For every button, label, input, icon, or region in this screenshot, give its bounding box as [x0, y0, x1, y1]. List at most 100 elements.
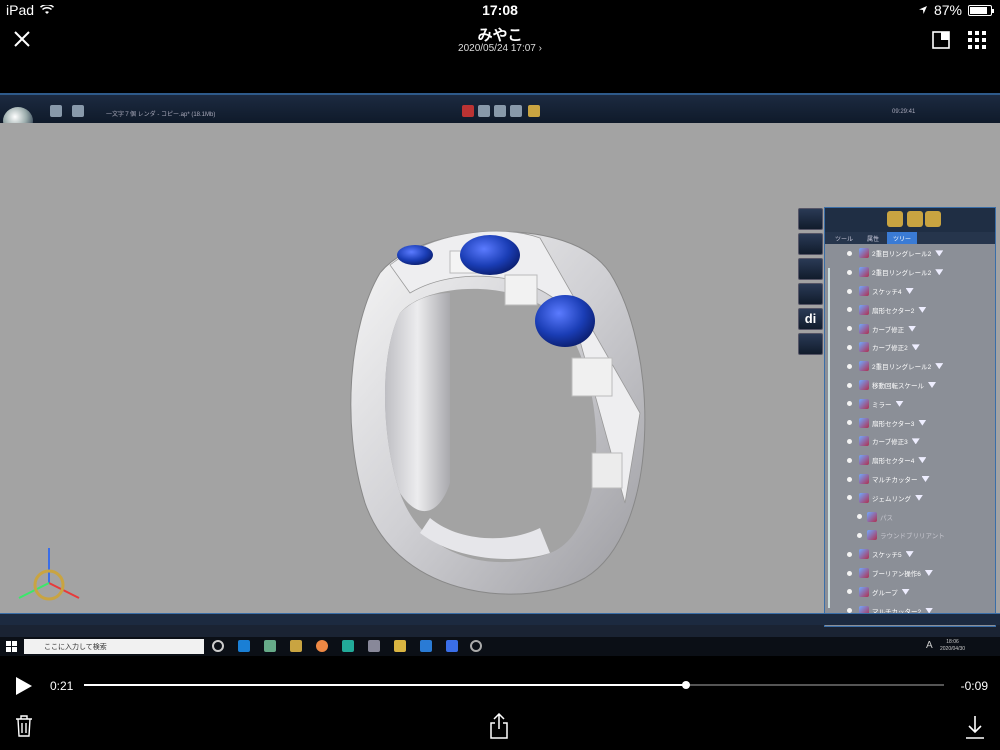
panel-mode-icon[interactable] [907, 211, 923, 227]
tree-item[interactable]: カーブ修正 [825, 319, 995, 338]
tree-item[interactable]: カーブ修正3 [825, 432, 995, 451]
mail-icon[interactable] [420, 640, 432, 652]
gem-icon [928, 381, 936, 388]
app-icon[interactable] [470, 640, 482, 652]
gem-icon [901, 588, 910, 595]
visibility-dot-icon[interactable] [847, 551, 852, 557]
tree-item-label: 扇形セクター3 [872, 420, 915, 428]
tree-item[interactable]: パス [825, 507, 995, 526]
panel-tab[interactable]: ツリー [887, 232, 918, 244]
visibility-dot-icon[interactable] [857, 514, 862, 520]
current-time: 0:21 [50, 679, 74, 693]
visibility-dot-icon[interactable] [847, 307, 852, 313]
picture-in-picture-icon[interactable] [932, 31, 950, 49]
visibility-dot-icon[interactable] [847, 251, 852, 256]
tree-item-label: カーブ修正3 [872, 439, 908, 447]
tree-item[interactable]: カーブ修正2 [825, 338, 995, 357]
ime-indicator[interactable]: A [926, 640, 933, 651]
tree-item-label: ジェムリング [872, 495, 911, 503]
visibility-dot-icon[interactable] [847, 495, 852, 501]
panel-mode-icon[interactable] [887, 211, 903, 227]
panel-tab[interactable]: ツール [829, 232, 859, 244]
tree-item[interactable]: 2重目リングレール2 [825, 263, 995, 282]
tree-item[interactable]: グループ [825, 582, 995, 601]
tree-item[interactable]: ミラー [825, 394, 995, 413]
visibility-dot-icon[interactable] [847, 326, 852, 332]
folder-icon[interactable] [394, 640, 406, 652]
edge-icon[interactable] [238, 640, 250, 652]
date-subtitle[interactable]: 2020/05/24 17:07 › [0, 43, 1000, 54]
visibility-dot-icon[interactable] [847, 269, 852, 275]
share-icon[interactable] [489, 713, 509, 739]
side-tool-button[interactable] [798, 233, 823, 255]
tool-icon [510, 105, 522, 117]
tree-item[interactable]: 扇形セクター4 [825, 451, 995, 470]
tool-icon [478, 105, 490, 117]
tool-icon [528, 105, 540, 117]
visibility-dot-icon[interactable] [847, 382, 852, 388]
gem-icon [924, 569, 933, 576]
side-tool-button[interactable] [798, 283, 823, 305]
side-tool-button[interactable] [798, 258, 823, 280]
side-tool-button[interactable] [798, 208, 823, 230]
visibility-dot-icon[interactable] [857, 532, 862, 538]
visibility-dot-icon[interactable] [847, 401, 852, 407]
chrome-icon[interactable] [316, 640, 328, 652]
gem-icon [915, 494, 923, 501]
taskbar-search[interactable]: ここに入力して検索 [24, 639, 204, 654]
app-icon[interactable] [368, 640, 380, 652]
tree-item[interactable]: ラウンドブリリアント [825, 526, 995, 545]
panel-mode-icon[interactable] [925, 211, 941, 227]
visibility-dot-icon[interactable] [847, 570, 852, 576]
visibility-dot-icon[interactable] [847, 476, 852, 482]
panel-tabs: ツール 属性 ツリー [825, 232, 995, 244]
tree-item-label: マルチカッター [872, 476, 918, 484]
play-icon[interactable] [15, 676, 33, 696]
app-icon[interactable] [446, 640, 458, 652]
video-frame[interactable]: 一文字７個 レンダ - コピー.ap* (18.1Mb) 09:29:41 di… [0, 93, 1000, 656]
tree-item[interactable]: マルチカッター [825, 470, 995, 489]
gem-icon [908, 325, 917, 332]
feature-icon [859, 285, 869, 296]
panel-header [825, 208, 995, 232]
status-bar: iPad 17:08 87% [0, 0, 1000, 20]
scrubber-knob[interactable] [682, 681, 690, 689]
tree-item-label: 2重目リングレール2 [872, 364, 932, 372]
taskbar-clock[interactable]: 18:06 2020/04/30 [940, 639, 965, 653]
tree-item[interactable]: スケッチ5 [825, 545, 995, 564]
visibility-dot-icon[interactable] [847, 288, 852, 294]
tree-item[interactable]: 扇形セクター3 [825, 413, 995, 432]
tree-item[interactable]: 2重目リングレール2 [825, 244, 995, 263]
trash-icon[interactable] [15, 715, 33, 737]
visibility-dot-icon[interactable] [847, 420, 852, 426]
feature-icon [859, 473, 869, 484]
download-icon[interactable] [965, 715, 985, 739]
tree-item[interactable]: ジェムリング [825, 488, 995, 507]
visibility-dot-icon[interactable] [847, 457, 852, 463]
feature-icon [859, 398, 869, 409]
store-icon[interactable] [290, 640, 302, 652]
feature-icon [859, 342, 869, 353]
tree-item[interactable]: ブーリアン操作6 [825, 564, 995, 583]
panel-tab[interactable]: 属性 [861, 232, 885, 244]
tree-item[interactable]: 扇形セクター2 [825, 300, 995, 319]
feature-icon [859, 248, 869, 259]
visibility-dot-icon[interactable] [847, 363, 852, 369]
side-tool-button[interactable] [798, 333, 823, 355]
visibility-dot-icon[interactable] [847, 438, 852, 444]
visibility-dot-icon[interactable] [847, 589, 852, 595]
tree-item[interactable]: 2重目リングレール2 [825, 357, 995, 376]
feature-icon [859, 323, 869, 334]
tree-item[interactable]: スケッチ4 [825, 282, 995, 301]
visibility-dot-icon[interactable] [847, 344, 852, 350]
feature-icon [859, 436, 869, 447]
grid-icon[interactable] [968, 31, 986, 49]
cortana-icon[interactable] [212, 640, 224, 652]
side-tool-button[interactable]: di [798, 308, 823, 330]
feature-icon [859, 549, 869, 560]
app-icon[interactable] [264, 640, 276, 652]
windows-start-icon[interactable] [6, 641, 17, 652]
scrubber-track[interactable] [84, 681, 944, 689]
app-icon[interactable] [342, 640, 354, 652]
tree-item[interactable]: 移動回転スケール [825, 376, 995, 395]
